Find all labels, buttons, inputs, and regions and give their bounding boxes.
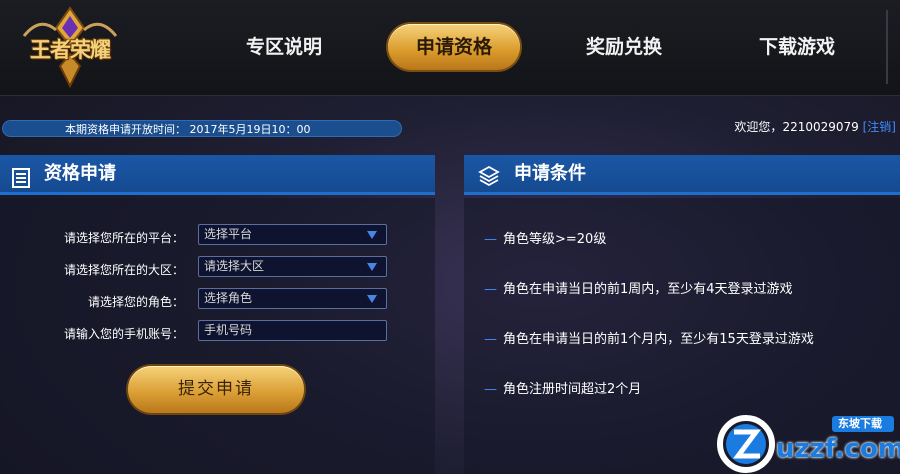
phone-input-placeholder: 手机号码 (204, 323, 253, 337)
condition-item: — 角色在申请当日的前1个月内，至少有15天登录过游戏 (484, 330, 814, 350)
condition-text: 角色在申请当日的前1周内，至少有4天登录过游戏 (503, 282, 793, 297)
role-select[interactable]: 选择角色 (198, 288, 387, 309)
user-id: 2210029079 (782, 120, 859, 134)
condition-item: — 角色注册时间超过2个月 (484, 380, 641, 400)
condition-bullet: — (484, 232, 497, 247)
apply-panel-header: 资格申请 (0, 155, 435, 195)
condition-bullet: — (484, 282, 497, 297)
nav-item-zone-guide[interactable]: 专区说明 (232, 24, 336, 70)
game-logo[interactable]: 王者荣耀 (10, 6, 130, 90)
chevron-down-icon (367, 263, 377, 271)
nav-item-reward-exchange[interactable]: 奖励兑换 (572, 24, 676, 70)
application-open-time-notice: 本期资格申请开放时间： 2017年5月19日10：00 (2, 120, 402, 137)
welcome-prefix: 欢迎您， (734, 120, 783, 134)
platform-select[interactable]: 选择平台 (198, 224, 387, 245)
watermark-tag: 东坡下载 (838, 417, 882, 430)
role-label: 请选择您的角色： (87, 295, 184, 309)
chevron-down-icon (367, 231, 377, 239)
condition-text: 角色在申请当日的前1个月内，至少有15天登录过游戏 (503, 332, 814, 347)
logout-link[interactable]: [注销] (863, 120, 896, 134)
logo-text: 王者荣耀 (30, 37, 111, 62)
phone-input[interactable]: 手机号码 (198, 320, 387, 341)
region-select[interactable]: 请选择大区 (198, 256, 387, 277)
nav-item-download-game[interactable]: 下载游戏 (745, 24, 849, 70)
nav-item-apply-qualification[interactable]: 申请资格 (388, 24, 520, 70)
region-label: 请选择您所在的大区： (63, 263, 184, 277)
list-icon (12, 164, 30, 202)
conditions-panel-header: 申请条件 (464, 155, 900, 195)
watermark-brand: uzzf.com (776, 434, 900, 464)
nav-divider (886, 10, 888, 84)
submit-application-button[interactable]: 提交申请 (128, 366, 304, 413)
phone-label: 请输入您的手机账号： (63, 327, 184, 341)
site-watermark: 东坡下载 uzzf.com (712, 410, 900, 474)
top-navigation-bar: 王者荣耀 专区说明 申请资格 奖励兑换 下载游戏 (0, 0, 900, 96)
layers-icon (478, 163, 500, 201)
apply-panel-title: 资格申请 (44, 163, 116, 184)
condition-item: — 角色等级>=20级 (484, 230, 606, 250)
chevron-down-icon (367, 295, 377, 303)
condition-text: 角色注册时间超过2个月 (503, 382, 642, 397)
welcome-bar: 欢迎您，2210029079 [注销] (734, 118, 896, 136)
region-select-value: 请选择大区 (204, 259, 265, 273)
role-select-value: 选择角色 (204, 291, 253, 305)
condition-bullet: — (484, 382, 497, 397)
condition-text: 角色等级>=20级 (503, 232, 607, 247)
platform-label: 请选择您所在的平台： (63, 231, 184, 245)
condition-item: — 角色在申请当日的前1周内，至少有4天登录过游戏 (484, 280, 793, 300)
platform-select-value: 选择平台 (204, 227, 253, 241)
conditions-panel-title: 申请条件 (514, 163, 586, 184)
condition-bullet: — (484, 332, 497, 347)
